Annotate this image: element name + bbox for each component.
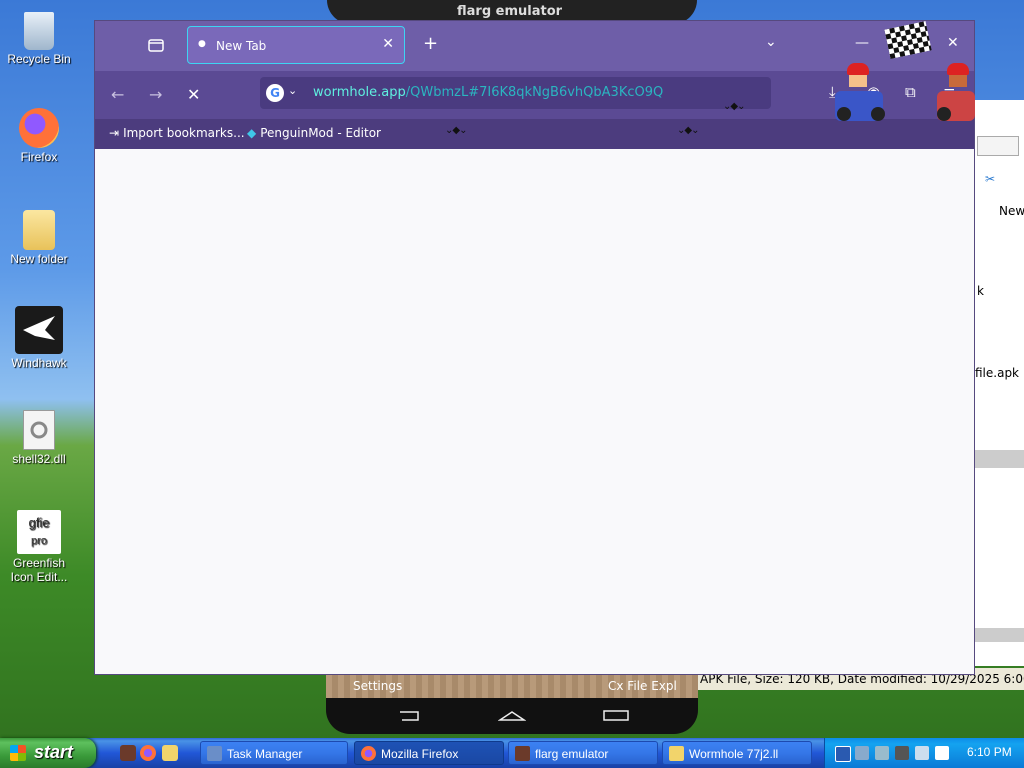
url-bar[interactable]: G ⌄ wormhole.app/QWbmzL#7I6K8qkNgB6vhQbA… (260, 77, 771, 109)
start-button[interactable]: start (0, 738, 96, 768)
dll-file-icon (23, 410, 55, 450)
android-recents-button[interactable] (602, 708, 630, 725)
url-path: /QWbmzL#7I6K8qkNgB6vhQbA3KcO9Q (405, 85, 664, 100)
android-back-button[interactable] (396, 708, 422, 725)
close-window-icon[interactable]: ✕ (947, 35, 959, 51)
import-icon: ⇥ (109, 126, 120, 140)
firefox-icon (361, 746, 376, 761)
desktop-icon-label: shell32.dll (12, 452, 66, 466)
penguinmod-icon: ◆ (247, 126, 257, 140)
desktop-icon-label: New folder (10, 252, 68, 266)
task-manager-icon (207, 746, 222, 761)
volume-icon[interactable] (935, 746, 949, 760)
taskbar: start Task Manager Mozilla Firefox flarg… (0, 738, 1024, 768)
tab-favicon-icon: ● (198, 39, 206, 49)
desktop-icon-label: Windhawk (11, 356, 67, 370)
start-label: start (34, 742, 74, 762)
windows-logo-icon (10, 745, 26, 761)
greenfish-icon: gfie pro (17, 510, 61, 554)
extensions-icon[interactable]: ⧉ (905, 83, 916, 101)
emulator-icon (515, 746, 530, 761)
tab-new-tab[interactable]: ● New Tab ✕ (187, 26, 405, 64)
taskbar-button-task-manager[interactable]: Task Manager (200, 741, 348, 765)
display-icon[interactable] (915, 746, 929, 760)
minimize-icon[interactable]: — (855, 35, 869, 51)
forward-arrow-icon[interactable]: → (149, 85, 162, 104)
theme-kart-racer-sprite (937, 51, 975, 121)
emulator-window-title: flarg emulator (457, 4, 563, 19)
explorer-file-row[interactable]: file.apk (975, 366, 1019, 380)
firefox-icon (19, 108, 59, 148)
scissors-icon[interactable]: ✂ (985, 172, 995, 186)
desktop-icon-windhawk[interactable]: Windhawk (6, 306, 72, 370)
shield-icon[interactable] (835, 746, 851, 762)
theme-birds-decoration: ⌄◆⌄ (445, 125, 467, 136)
desktop-icon-label: Greenfish Icon Edit... (10, 556, 68, 584)
bookmark-penguinmod[interactable]: ◆ PenguinMod - Editor (247, 126, 381, 140)
explorer-refresh-button[interactable] (977, 136, 1019, 156)
bookmarks-toolbar: ⇥ Import bookmarks... ◆ PenguinMod - Edito… (95, 119, 974, 149)
theme-birds-decoration: ⌄◆⌄ (723, 101, 745, 112)
quicklaunch-firefox-icon[interactable] (140, 745, 156, 761)
taskbar-button-emulator[interactable]: flarg emulator (508, 741, 658, 765)
tab-title: New Tab (216, 39, 267, 53)
emulator-settings-label[interactable]: Settings (353, 679, 402, 693)
clock[interactable]: 6:10 PM (967, 745, 1012, 759)
folder-icon (669, 746, 684, 761)
theme-mario-kart-sprite (835, 51, 905, 121)
bookmark-import[interactable]: ⇥ Import bookmarks... (109, 126, 245, 140)
explorer-file-row[interactable]: k (977, 284, 984, 298)
folder-icon (23, 210, 55, 250)
quicklaunch-folder-icon[interactable] (162, 745, 178, 761)
bookmark-label: PenguinMod - Editor (260, 126, 381, 140)
desktop-icon-firefox[interactable]: Firefox (6, 108, 72, 164)
desktop-icon-label: Firefox (20, 150, 58, 164)
back-arrow-icon[interactable]: ← (111, 85, 124, 104)
file-explorer-window: ✂ New k file.apk (970, 100, 1024, 666)
bookmark-label: Import bookmarks... (123, 126, 245, 140)
close-tab-icon[interactable]: ✕ (382, 36, 394, 52)
emulator-file-explorer-label[interactable]: Cx File Expl (608, 679, 677, 693)
windhawk-icon (15, 306, 63, 354)
page-content-area[interactable] (95, 149, 974, 674)
desktop-icon-recycle-bin[interactable]: Recycle Bin (6, 12, 72, 66)
recycle-bin-icon (24, 12, 54, 50)
system-tray: 6:10 PM (824, 738, 1024, 768)
app-tray-icon[interactable] (895, 746, 909, 760)
taskbar-button-label: Mozilla Firefox (381, 747, 459, 761)
desktop-icon-new-folder[interactable]: New folder (6, 210, 72, 266)
new-tab-button[interactable]: + (423, 33, 438, 54)
taskbar-button-label: flarg emulator (535, 747, 609, 761)
google-search-engine-icon[interactable]: G (266, 84, 284, 102)
explorer-selected-row[interactable] (971, 450, 1024, 468)
taskbar-button-wormhole-folder[interactable]: Wormhole 77j2.ll (662, 741, 812, 765)
firefox-view-icon[interactable] (147, 37, 165, 53)
explorer-scrollbar[interactable] (971, 628, 1024, 642)
list-all-tabs-icon[interactable]: ⌄ (765, 34, 777, 50)
stop-loading-icon[interactable]: ✕ (187, 85, 200, 104)
desktop-icon-greenfish[interactable]: gfie pro Greenfish Icon Edit... (6, 510, 72, 584)
taskbar-button-label: Task Manager (227, 747, 303, 761)
bluetooth-icon[interactable] (875, 746, 889, 760)
url-host: wormhole.app (313, 85, 406, 100)
chevron-down-icon[interactable]: ⌄ (288, 84, 297, 97)
desktop-icon-label: Recycle Bin (7, 52, 71, 66)
desktop-icon-shell32[interactable]: shell32.dll (6, 410, 72, 466)
firefox-window: ● New Tab ✕ + ⌄ — ❐ ✕ ← → ✕ G ⌄ wormhole… (94, 20, 975, 675)
emulator-app-strip: Settings Cx File Expl (326, 674, 698, 698)
explorer-new-label[interactable]: New (999, 204, 1024, 218)
url-text[interactable]: wormhole.app/QWbmzL#7I6K8qkNgB6vhQbA3KcO… (313, 85, 663, 100)
quicklaunch-emulator-icon[interactable] (120, 745, 136, 761)
network-icon[interactable] (855, 746, 869, 760)
theme-birds-decoration: ⌄◆⌄ (677, 125, 699, 136)
android-home-button[interactable] (497, 708, 527, 725)
taskbar-button-firefox[interactable]: Mozilla Firefox (354, 741, 504, 765)
taskbar-button-label: Wormhole 77j2.ll (689, 747, 779, 761)
